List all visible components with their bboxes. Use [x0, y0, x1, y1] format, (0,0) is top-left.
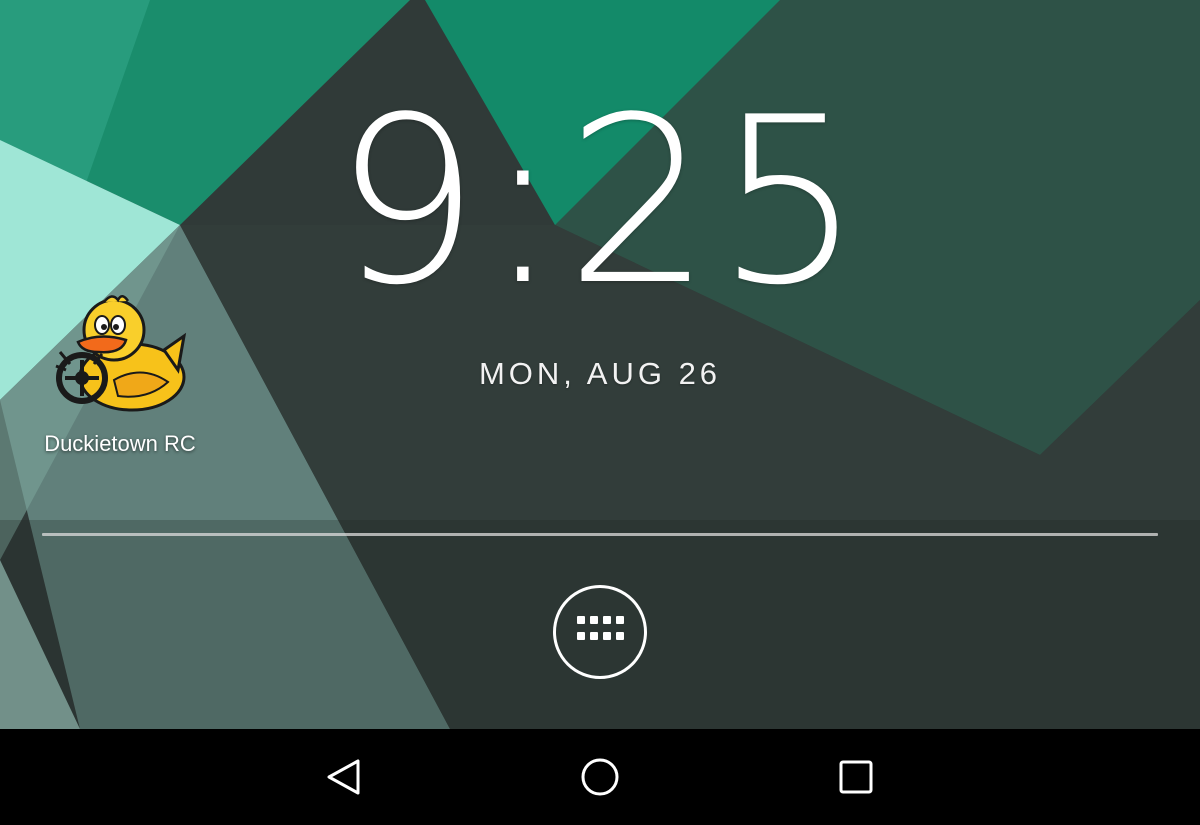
clock-time: 9:25 — [333, 69, 867, 336]
navigation-bar — [0, 729, 1200, 825]
app-shortcut-duckietown-rc[interactable]: Duckietown RC — [30, 292, 210, 464]
duck-icon — [52, 292, 188, 422]
recents-button[interactable] — [796, 729, 916, 825]
recents-square-icon — [839, 760, 873, 794]
home-circle-icon — [581, 758, 619, 796]
app-grid-icon — [577, 616, 624, 650]
app-shortcut-label: Duckietown RC — [44, 431, 196, 456]
dock-divider — [42, 533, 1158, 536]
back-button[interactable] — [284, 729, 404, 825]
app-drawer-button[interactable] — [553, 585, 647, 679]
back-triangle-icon — [327, 759, 360, 795]
home-button[interactable] — [540, 729, 660, 825]
